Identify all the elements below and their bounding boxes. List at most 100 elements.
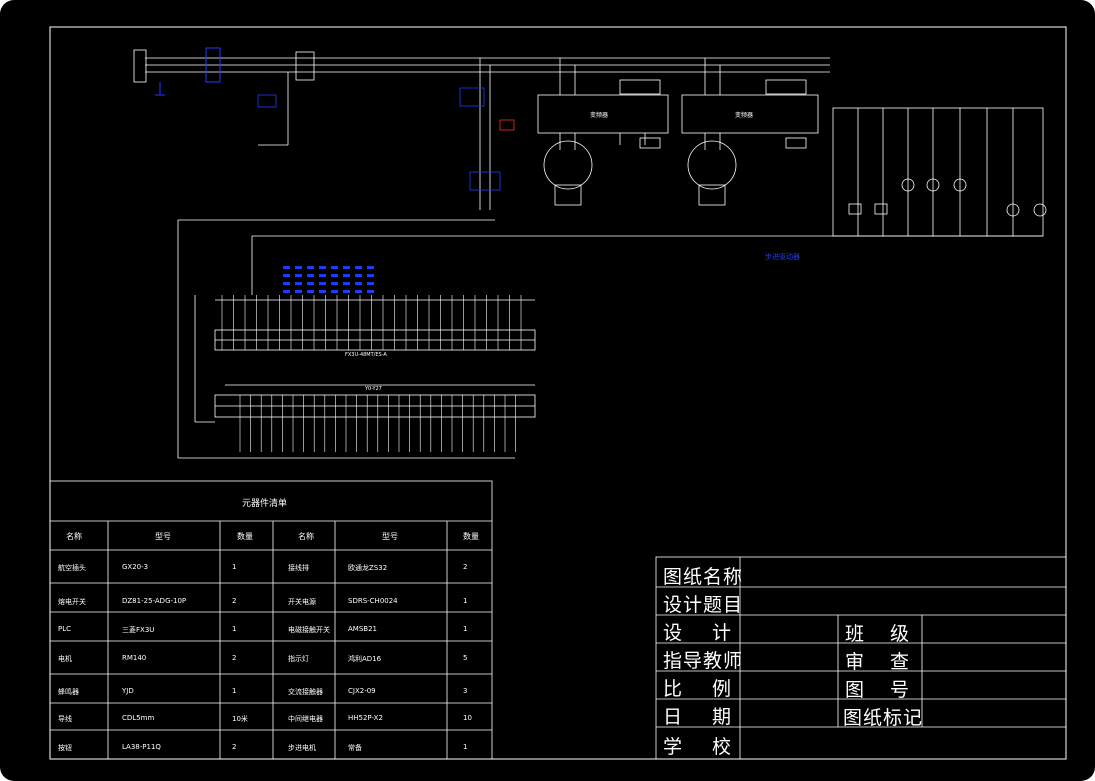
bom-cell: HH52P-X2 (348, 714, 383, 722)
blue-signal-label (355, 290, 362, 293)
blue-signal-label (319, 274, 326, 277)
blue-signal-label (343, 266, 350, 269)
bom-cell: 1 (463, 743, 468, 751)
bom-cell: 中间继电器 (288, 715, 323, 723)
blue-signal-label (283, 266, 290, 269)
tb-date: 日 期 (663, 706, 744, 728)
bom-cell: 常备 (348, 744, 362, 752)
blue-signal-label (295, 274, 302, 277)
blue-signal-label (367, 282, 374, 285)
bom-cell: CDL5mm (122, 714, 155, 722)
bom-header-model-1: 型号 (155, 532, 171, 541)
blue-signal-label (343, 274, 350, 277)
blue-signal-label (343, 282, 350, 285)
bom-header-model-2: 型号 (382, 532, 398, 541)
inverter-1 (537, 79, 669, 206)
tb-design: 设 计 (663, 622, 744, 644)
aviation-plug (133, 47, 221, 96)
bom-cell: 10 (463, 714, 472, 722)
electrical-schematic-drawing (49, 26, 1067, 760)
bom-cell: 2 (232, 743, 237, 751)
bom-cell: LA38-P11Q (122, 743, 161, 751)
tb-scale: 比 例 (663, 678, 744, 700)
bom-header-qty-1: 数量 (237, 532, 253, 541)
bom-header-name-2: 名称 (298, 532, 314, 541)
tb-instructor: 指导教师 (663, 650, 744, 672)
blue-signal-label (367, 266, 374, 269)
bom-cell: 接线排 (288, 564, 309, 572)
blue-signal-label (343, 290, 350, 293)
bom-cell: RM140 (122, 654, 147, 662)
bom-cell: 开关电源 (288, 598, 316, 606)
inverter-1-label: 变频器 (590, 112, 609, 119)
bom-cell: 3 (463, 687, 468, 695)
blue-signal-label (283, 290, 290, 293)
blue-signal-label (307, 290, 314, 293)
blue-signal-label (295, 266, 302, 269)
power-bus-lines (145, 57, 830, 210)
bom-header-name-1: 名称 (66, 532, 82, 541)
blue-signal-label (367, 290, 374, 293)
blue-signal-label (307, 282, 314, 285)
blue-signal-label (331, 274, 338, 277)
bom-cell: 电机 (58, 655, 72, 663)
bom-cell: 交流接触器 (288, 688, 323, 696)
bom-cell: 步进电机 (288, 744, 316, 752)
bom-cell: 2 (232, 654, 237, 662)
plc-model-label: FX3U-48MT/ES-A (345, 352, 387, 358)
bom-cell: 导线 (58, 715, 72, 723)
tb-drawing-name: 图纸名称 (663, 566, 744, 588)
blue-signal-label (295, 290, 302, 293)
bom-cell: AMSB21 (348, 625, 377, 633)
tb-school: 学 校 (663, 736, 744, 758)
blue-signal-label (367, 274, 374, 277)
tb-class: 班 级 (845, 623, 920, 645)
control-wiring (177, 219, 1043, 459)
blue-signal-label (295, 282, 302, 285)
bom-cell: 熔电开关 (58, 598, 86, 606)
bom-cell: CJX2-09 (348, 687, 376, 695)
inverter-2 (681, 79, 819, 206)
breaker-group (257, 51, 515, 191)
bom-cell: 5 (463, 654, 468, 662)
bom-cell: DZ81-25-ADG-10P (122, 597, 187, 605)
bom-cell: 鸿利AD16 (348, 655, 382, 663)
bom-cell: 电磁接触开关 (288, 626, 330, 634)
tb-figure-no: 图 号 (845, 679, 920, 701)
bom-cell: 2 (232, 597, 237, 605)
terminal-strip-label: Y0-Y27 (365, 386, 382, 392)
blue-signal-label (307, 266, 314, 269)
blue-signal-label (319, 290, 326, 293)
blue-signal-label (355, 282, 362, 285)
bom-title: 元器件清单 (242, 499, 288, 509)
bom-cell: 指示灯 (288, 655, 309, 663)
bom-cell: PLC (58, 625, 72, 633)
blue-signal-label (283, 274, 290, 277)
bom-cell: GX20-3 (122, 563, 149, 571)
tb-drawing-mark: 图纸标记 (843, 707, 924, 729)
bom-cell: 1 (463, 625, 468, 633)
output-terminal-ticks (239, 395, 516, 452)
tb-design-topic: 设计题目 (663, 594, 744, 616)
plc-input-terminals (214, 299, 536, 351)
bom-cell: 1 (463, 597, 468, 605)
inverter-2-label: 变频器 (735, 112, 754, 119)
bom-table-grid (49, 480, 493, 760)
cad-viewport: 变频器 变频器 FX3U-48MT/ES-A Y0-Y27 步进驱动器 元器件清… (0, 0, 1095, 781)
bom-cell: 10米 (232, 715, 248, 723)
blue-signal-label (319, 266, 326, 269)
bom-cell: 航空插头 (58, 564, 86, 572)
bom-cell: 蜂鸣器 (58, 688, 79, 696)
bom-cell: 三菱FX3U (122, 626, 155, 634)
bom-cell: 1 (232, 687, 237, 695)
bom-cell: 1 (232, 563, 237, 571)
blue-signal-label (355, 266, 362, 269)
blue-signal-label (355, 274, 362, 277)
blue-signal-label (331, 266, 338, 269)
bom-header-qty-2: 数量 (463, 532, 479, 541)
bom-cell: 欧通龙ZS32 (348, 564, 388, 572)
tb-review: 审 查 (845, 651, 920, 673)
stepper-driver-note: 步进驱动器 (765, 253, 800, 261)
bom-cell: 按钮 (58, 744, 72, 752)
blue-signal-label (283, 282, 290, 285)
